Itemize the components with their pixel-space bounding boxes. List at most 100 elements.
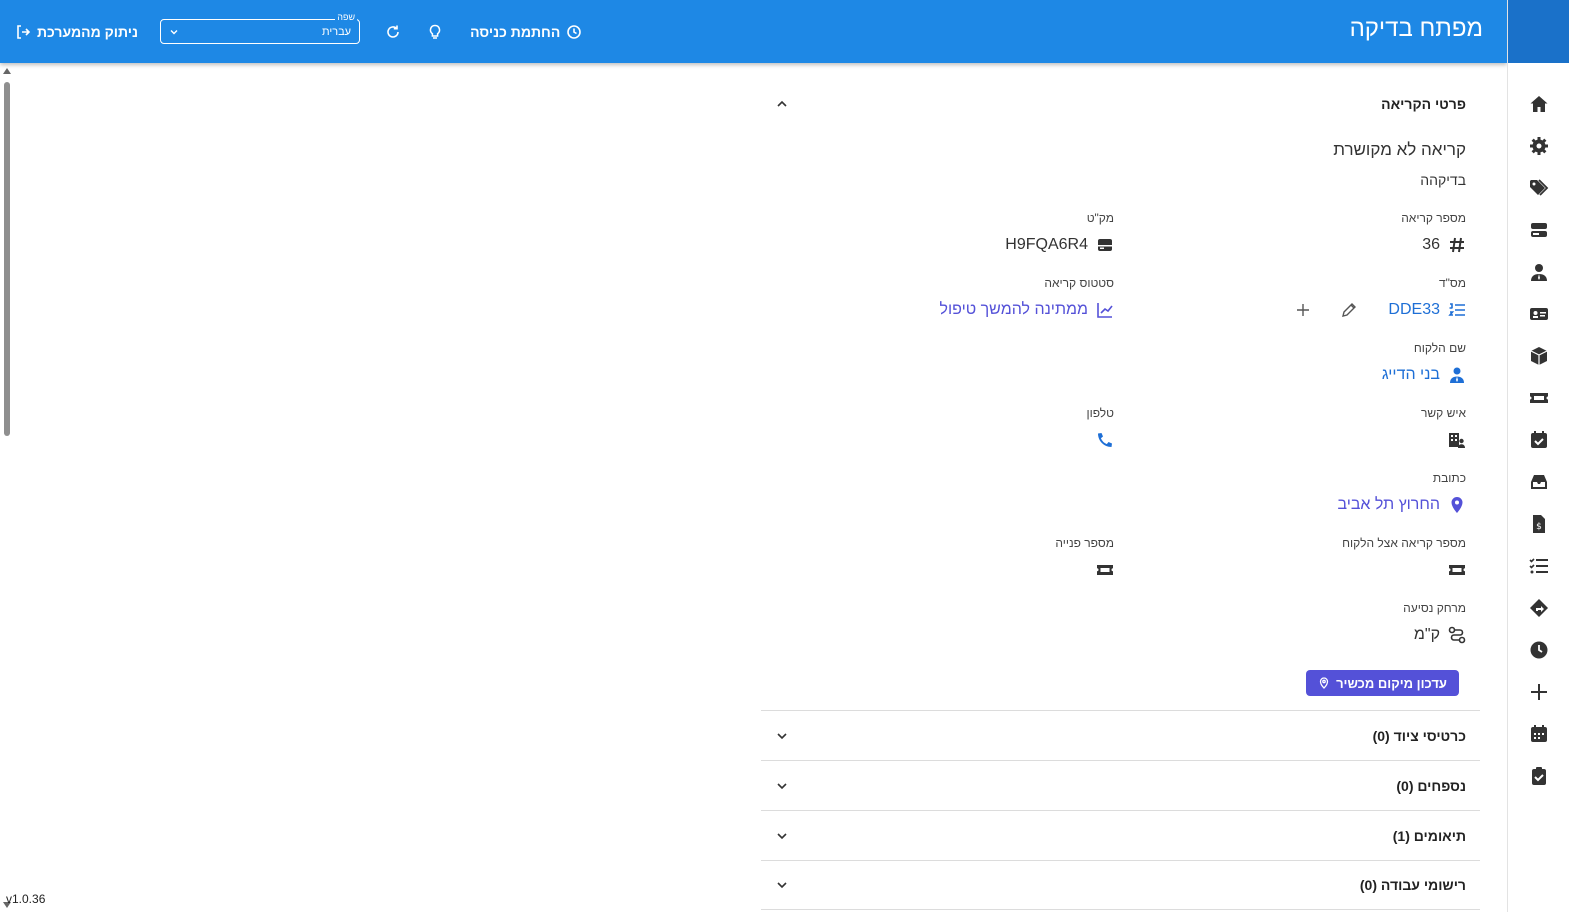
address-link[interactable]: החרוץ תל אביב — [1337, 496, 1440, 514]
field-customer-call-number: מספר קריאה אצל הלקוח — [1126, 536, 1466, 581]
sign-out-icon — [17, 24, 31, 39]
field-status: סטטוס קריאה ממתינה להמשך טיפול — [774, 276, 1114, 321]
sidebar-item-customers[interactable] — [1508, 251, 1569, 293]
refresh-button[interactable] — [384, 23, 402, 41]
ticket-icon — [1097, 565, 1113, 575]
route-sign-icon — [1529, 599, 1548, 617]
tags-icon — [1529, 179, 1548, 196]
travel-distance-text: ק"מ — [1413, 626, 1440, 643]
serial-link[interactable]: DDE33 — [1388, 301, 1440, 319]
chevron-down-icon[interactable] — [775, 829, 789, 843]
section-appointments[interactable]: תיאומים (1) — [761, 810, 1480, 860]
customer-call-number-label: מספר קריאה אצל הלקוח — [1342, 536, 1466, 550]
request-number-value — [774, 559, 1114, 581]
inbox-icon — [1530, 475, 1547, 489]
sidebar-item-invoices[interactable]: $ — [1508, 503, 1569, 545]
call-number-text: 36 — [1422, 236, 1440, 253]
call-details-header[interactable]: פרטי הקריאה — [761, 80, 1480, 128]
sidebar-item-inventory[interactable] — [1508, 335, 1569, 377]
sidebar-item-settings[interactable] — [1508, 125, 1569, 167]
building-user-icon — [1449, 433, 1465, 448]
chevron-down-icon[interactable] — [775, 729, 789, 743]
status-label: סטטוס קריאה — [1044, 276, 1114, 290]
language-legend: שפה — [335, 12, 358, 22]
clock-in-button[interactable]: החתמת כניסה — [470, 24, 582, 40]
travel-distance-value: ק"מ — [1126, 624, 1466, 646]
status-value: ממתינה להמשך טיפול — [774, 299, 1114, 321]
sidebar-item-history[interactable] — [1508, 629, 1569, 671]
customer-name-link[interactable]: בני הדייג — [1382, 366, 1440, 384]
phone-label: טלפון — [1086, 406, 1114, 420]
chevron-down-icon[interactable] — [775, 779, 789, 793]
scroll-thumb[interactable] — [4, 82, 10, 436]
sidebar-item-routes[interactable] — [1508, 587, 1569, 629]
customer-name-value: בני הדייג — [1126, 364, 1466, 386]
hdd-icon — [1098, 239, 1112, 251]
calendar-icon — [1530, 725, 1547, 742]
language-select[interactable]: שפה עברית — [160, 12, 361, 44]
language-value: עברית — [321, 25, 352, 38]
call-description: בדיקהה — [1420, 172, 1466, 188]
sidebar-item-inbox[interactable] — [1508, 461, 1569, 503]
field-request-number: מספר פנייה — [774, 536, 1114, 581]
call-details-title: פרטי הקריאה — [1381, 96, 1466, 112]
top-app-bar: מפתח בדיקה ניתוק מהמערכת שפה עברית החתמת… — [0, 0, 1507, 63]
customer-call-number-value — [1126, 559, 1466, 581]
sidebar-item-tasks[interactable] — [1508, 419, 1569, 461]
field-call-number: מספר קריאה 36 — [1126, 211, 1466, 256]
sidebar-item-home[interactable] — [1508, 83, 1569, 125]
field-travel-distance: מרחק נסיעה ק"מ — [1126, 601, 1466, 646]
section-attachments[interactable]: נספחים (0) — [761, 760, 1480, 810]
box-icon — [1530, 347, 1547, 365]
section-work-logs[interactable]: רישומי עבודה (0) — [761, 860, 1480, 910]
sidebar-item-add[interactable] — [1508, 671, 1569, 713]
sidebar-nav: $ — [1508, 63, 1569, 797]
sidebar-item-calendar[interactable] — [1508, 713, 1569, 755]
serial-label: מס"ד — [1438, 276, 1466, 290]
sidebar: $ — [1507, 0, 1569, 912]
call-details-panel: פרטי הקריאה קריאה לא מקושרת בדיקהה מספר … — [761, 80, 1480, 654]
logout-button[interactable]: ניתוק מהמערכת — [15, 24, 138, 40]
gear-icon — [1529, 137, 1548, 155]
update-device-location-button[interactable]: עדכון מיקום מכשיר — [1306, 670, 1459, 696]
calendar-check-icon — [1530, 431, 1547, 448]
plus-icon[interactable] — [1294, 301, 1312, 319]
scroll-up-arrow-icon[interactable] — [3, 68, 11, 74]
list-ol-icon — [1448, 303, 1465, 316]
vertical-scrollbar[interactable] — [0, 66, 14, 912]
chevron-up-icon[interactable] — [775, 97, 789, 111]
ticket-icon — [1449, 565, 1465, 575]
home-icon — [1530, 96, 1547, 112]
contact-person-label: איש קשר — [1421, 406, 1466, 420]
hashtag-icon — [1450, 237, 1464, 253]
logout-label: ניתוק מהמערכת — [37, 23, 139, 40]
pencil-icon[interactable] — [1340, 301, 1358, 319]
sidebar-item-tags[interactable] — [1508, 167, 1569, 209]
sku-value: H9FQA6R4 — [774, 234, 1114, 256]
sidebar-item-reports[interactable] — [1508, 755, 1569, 797]
sku-label: מק"ט — [1086, 211, 1114, 225]
server-icon — [1530, 223, 1547, 237]
section-title: רישומי עבודה (0) — [1359, 877, 1466, 893]
id-card-icon — [1529, 308, 1548, 320]
field-serial: מס"ד DDE33 — [1126, 276, 1466, 321]
route-icon — [1448, 626, 1466, 644]
update-device-location-label: עדכון מיקום מכשיר — [1336, 675, 1447, 691]
serial-value: DDE33 — [1126, 299, 1466, 321]
user-tie-icon — [1450, 367, 1464, 383]
address-label: כתובת — [1432, 471, 1466, 485]
status-text[interactable]: ממתינה להמשך טיפול — [940, 301, 1088, 319]
section-title: תיאומים (1) — [1392, 827, 1466, 844]
chevron-down-icon[interactable] — [775, 878, 789, 892]
field-address: כתובת החרוץ תל אביב — [1126, 471, 1466, 516]
sidebar-item-tickets[interactable] — [1508, 377, 1569, 419]
section-equipment-cards[interactable]: כרטיסי ציוד (0) — [761, 710, 1480, 760]
sidebar-item-contacts[interactable] — [1508, 293, 1569, 335]
sidebar-item-checklists[interactable] — [1508, 545, 1569, 587]
chart-line-icon — [1097, 303, 1113, 318]
clock-icon — [567, 24, 582, 39]
tips-button[interactable] — [426, 23, 444, 41]
sidebar-item-servers[interactable] — [1508, 209, 1569, 251]
phone-icon[interactable] — [1096, 431, 1114, 449]
contact-person-value — [1126, 429, 1466, 451]
